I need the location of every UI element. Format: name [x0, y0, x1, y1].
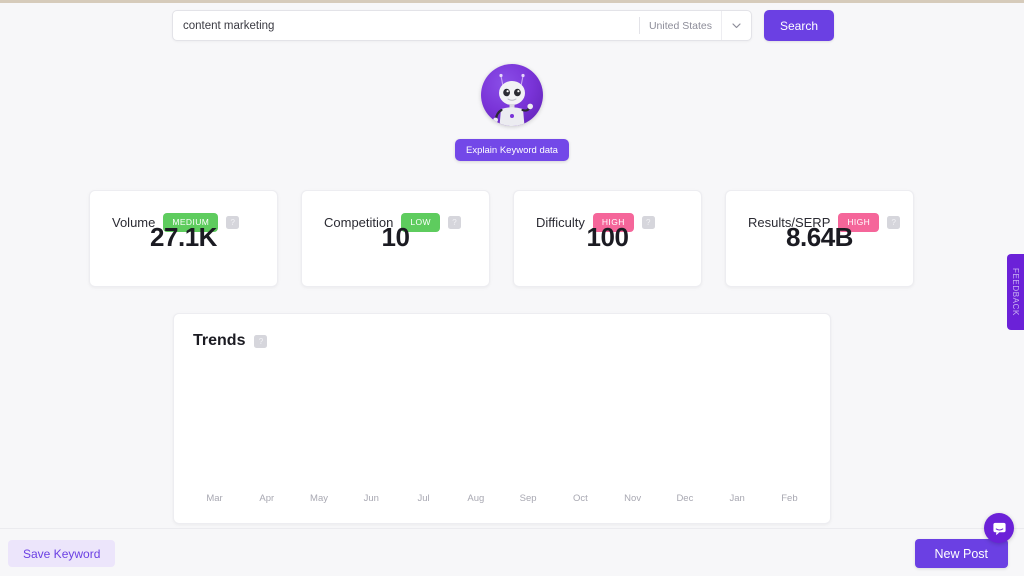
- assistant-block: Explain Keyword data: [0, 64, 1024, 161]
- metric-card-difficulty: Difficulty HIGH ? 100: [513, 190, 702, 287]
- country-selector-label[interactable]: United States: [640, 20, 721, 32]
- chart-x-label: Apr: [259, 493, 275, 504]
- metric-value: 10: [381, 222, 410, 252]
- metric-value: 8.64B: [786, 222, 853, 252]
- chart-x-label: Sep: [519, 493, 537, 504]
- footer-bar: Save Keyword New Post: [0, 528, 1024, 576]
- save-keyword-button[interactable]: Save Keyword: [8, 540, 116, 567]
- chevron-down-icon[interactable]: [721, 11, 751, 40]
- search-bar: United States Search: [172, 10, 834, 41]
- robot-avatar: [481, 64, 543, 126]
- chart-x-label: Jun: [363, 493, 379, 504]
- metric-value: 100: [586, 222, 629, 252]
- chart-x-label: Nov: [624, 493, 642, 504]
- chart-x-label: Mar: [206, 493, 223, 504]
- search-box: United States: [172, 10, 752, 41]
- metric-value: 27.1K: [150, 222, 217, 252]
- explain-keyword-data-button[interactable]: Explain Keyword data: [455, 139, 569, 161]
- keyword-research-page: United States Search: [0, 0, 1024, 576]
- trends-bar-chart: Mar Apr May Jun Jul Aug Sep Oct Nov Dec Jan Feb: [193, 373, 811, 511]
- metric-card-competition: Competition LOW ? 10: [301, 190, 490, 287]
- trends-card: Trends ? Mar Apr May Jun Jul Aug Sep Oct Nov Dec J…: [173, 313, 831, 524]
- feedback-tab[interactable]: FEEDBACK: [1007, 254, 1024, 330]
- chart-x-label: Dec: [676, 493, 694, 504]
- chart-x-label: Oct: [572, 493, 588, 504]
- chart-bars: [193, 373, 811, 481]
- chart-x-label: Aug: [467, 493, 485, 504]
- feedback-tab-label: FEEDBACK: [1011, 268, 1020, 316]
- chart-x-label: Jan: [729, 493, 745, 504]
- card-header: Trends ?: [174, 314, 830, 350]
- chart-x-label: Feb: [781, 493, 798, 504]
- page-title: Trends: [193, 332, 246, 349]
- robot-icon: [493, 73, 533, 126]
- chat-bubble-icon[interactable]: [984, 513, 1014, 543]
- search-button[interactable]: Search: [764, 10, 834, 41]
- new-post-button[interactable]: New Post: [914, 539, 1008, 568]
- chart-x-axis-labels: Mar Apr May Jun Jul Aug Sep Oct Nov Dec Jan Feb: [193, 493, 811, 504]
- chart-x-label: May: [310, 493, 328, 504]
- metric-card-volume: Volume MEDIUM ? 27.1K: [89, 190, 278, 287]
- chart-x-label: Jul: [417, 493, 430, 504]
- search-input[interactable]: [173, 19, 639, 32]
- top-accent-strip: [0, 0, 1024, 3]
- help-icon[interactable]: ?: [254, 334, 268, 348]
- metric-cards: Volume MEDIUM ? 27.1K Competition LOW ? …: [89, 190, 914, 287]
- metric-card-results-serp: Results/SERP HIGH ? 8.64B: [725, 190, 914, 287]
